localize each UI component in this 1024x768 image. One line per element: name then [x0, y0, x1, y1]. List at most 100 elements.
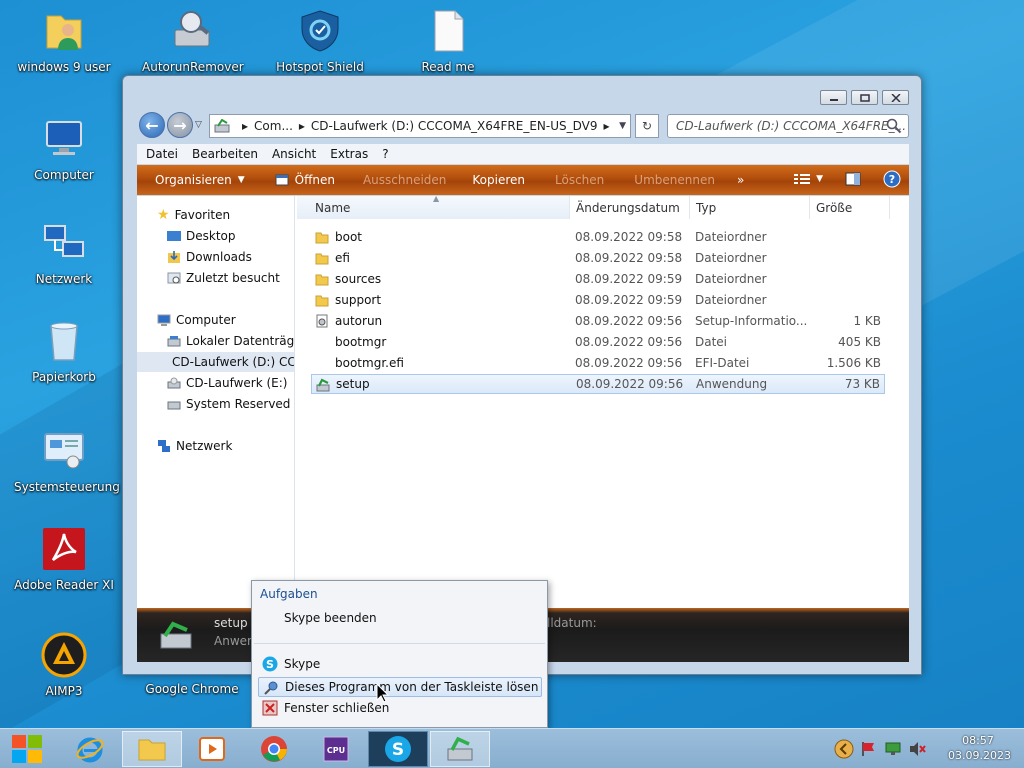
- cut-button[interactable]: Ausschneiden: [363, 173, 446, 187]
- taskbar: CPU S 08:57 03.09.2023: [0, 728, 1024, 768]
- maximize-button[interactable]: [851, 90, 878, 105]
- menu-datei[interactable]: Datei: [146, 147, 178, 161]
- minimize-icon: [829, 98, 838, 101]
- desktop-icon-computer[interactable]: Computer: [14, 116, 114, 182]
- file-row-selected[interactable]: setup 08.09.2022 09:56 Anwendung 73 KB: [311, 374, 885, 394]
- speaker-muted-icon[interactable]: [908, 740, 926, 758]
- nav-label: Zuletzt besucht: [186, 271, 280, 285]
- menu-extras[interactable]: Extras: [330, 147, 368, 161]
- menu-ansicht[interactable]: Ansicht: [272, 147, 316, 161]
- close-button[interactable]: [882, 90, 909, 105]
- file-row[interactable]: support 08.09.2022 09:59 Dateiordner: [311, 290, 885, 310]
- file-type: Datei: [695, 335, 728, 349]
- desktop-icon-read-me[interactable]: Read me: [398, 8, 498, 74]
- refresh-button[interactable]: ↻: [635, 114, 659, 138]
- column-header-date[interactable]: Änderungsdatum: [570, 196, 690, 219]
- desktop-icon-hotspot-shield[interactable]: Hotspot Shield: [270, 8, 370, 74]
- nav-system-reserved[interactable]: System Reserved (F:): [167, 394, 294, 414]
- taskbar-cpuz[interactable]: CPU: [306, 731, 366, 767]
- breadcrumb-computer[interactable]: Com...: [254, 119, 293, 133]
- desktop-icon-user[interactable]: windows 9 user: [14, 8, 114, 74]
- file-row[interactable]: bootmgr 08.09.2022 09:56 Datei 405 KB: [311, 332, 885, 352]
- history-dropdown-button[interactable]: ▽: [195, 120, 202, 130]
- show-hidden-icons-icon[interactable]: [834, 739, 854, 759]
- sort-ascending-icon: ▲: [433, 194, 440, 203]
- desktop-icon-google-chrome[interactable]: Google Chrome: [142, 682, 242, 696]
- nav-recent[interactable]: Zuletzt besucht: [167, 268, 280, 288]
- nav-local-disk[interactable]: Lokaler Datenträger: [167, 331, 294, 351]
- desktop-icon-papierkorb[interactable]: Papierkorb: [14, 318, 114, 384]
- menu-bearbeiten[interactable]: Bearbeiten: [192, 147, 258, 161]
- network-status-icon[interactable]: [884, 740, 902, 758]
- search-placeholder: CD-Laufwerk (D:) CCCOMA_X64FRE_...: [676, 119, 907, 133]
- control-panel-icon: [44, 433, 84, 469]
- view-options-button[interactable]: ▼: [794, 173, 835, 185]
- file-row[interactable]: autorun 08.09.2022 09:56 Setup-Informati…: [311, 311, 885, 331]
- desktop-icon-adobe-reader[interactable]: Adobe Reader XI: [14, 526, 114, 592]
- desktop-icon-aimp3[interactable]: AIMP3: [14, 632, 114, 698]
- desktop-icon-label: AutorunRemover: [142, 60, 244, 74]
- taskbar-skype[interactable]: S: [368, 731, 428, 767]
- svg-text:S: S: [266, 658, 274, 671]
- rename-button[interactable]: Umbenennen: [634, 173, 715, 187]
- details-file-name: setup: [214, 616, 248, 630]
- setup-app-icon: [447, 736, 473, 761]
- more-commands-button[interactable]: »: [737, 173, 744, 187]
- aimp-icon: [41, 632, 87, 678]
- taskbar-chrome[interactable]: [244, 731, 304, 767]
- open-button[interactable]: Öffnen: [275, 173, 335, 187]
- desktop-icon-autorunremover[interactable]: AutorunRemover: [142, 8, 244, 74]
- file-row[interactable]: sources 08.09.2022 09:59 Dateiordner: [311, 269, 885, 289]
- cpuz-icon: CPU: [323, 736, 349, 762]
- folder-icon: [315, 232, 329, 244]
- address-dropdown-icon[interactable]: ▼: [619, 121, 626, 131]
- nav-computer[interactable]: Computer: [157, 310, 236, 330]
- organize-button[interactable]: Organisieren ▼: [155, 173, 245, 187]
- copy-button[interactable]: Kopieren: [472, 173, 525, 187]
- media-player-icon: [199, 737, 225, 761]
- file-name: autorun: [335, 314, 383, 328]
- nav-downloads[interactable]: Downloads: [167, 247, 252, 267]
- quit-skype-item[interactable]: Skype beenden: [258, 608, 542, 628]
- start-button[interactable]: [0, 731, 54, 767]
- preview-pane-icon[interactable]: [845, 172, 861, 186]
- taskbar-explorer[interactable]: [122, 731, 182, 767]
- desktop-icon-netzwerk[interactable]: Netzwerk: [14, 220, 114, 286]
- column-header-name[interactable]: Name ▲: [297, 194, 570, 219]
- taskbar-setup[interactable]: [430, 731, 490, 767]
- taskbar-media-player[interactable]: [182, 731, 242, 767]
- nav-favorites[interactable]: ★ Favoriten: [157, 205, 230, 225]
- close-window-item[interactable]: Fenster schließen: [258, 698, 542, 718]
- skype-app-item[interactable]: S Skype: [258, 654, 542, 674]
- file-row[interactable]: boot 08.09.2022 09:58 Dateiordner: [311, 227, 885, 247]
- action-center-flag-icon[interactable]: [860, 740, 878, 758]
- file-row[interactable]: bootmgr.efi 08.09.2022 09:56 EFI-Datei 1…: [311, 353, 885, 373]
- forward-button[interactable]: →: [167, 112, 193, 138]
- desktop-icon-systemsteuerung[interactable]: Systemsteuerung: [14, 428, 120, 494]
- desktop-icon-label: Read me: [421, 60, 475, 74]
- nav-network[interactable]: Netzwerk: [157, 436, 232, 456]
- unpin-from-taskbar-item[interactable]: Dieses Programm von der Taskleiste lösen: [258, 677, 542, 697]
- nav-cd-drive-d[interactable]: CD-Laufwerk (D:) CC: [137, 352, 294, 372]
- nav-desktop[interactable]: Desktop: [167, 226, 236, 246]
- taskbar-internet-explorer[interactable]: [60, 731, 120, 767]
- delete-button[interactable]: Löschen: [555, 173, 604, 187]
- menu-help[interactable]: ?: [382, 147, 388, 161]
- organize-label: Organisieren: [155, 173, 232, 187]
- folder-icon: [138, 739, 166, 761]
- breadcrumb-drive[interactable]: CD-Laufwerk (D:) CCCOMA_X64FRE_EN-US_DV9: [311, 119, 598, 133]
- address-bar[interactable]: ▸ Com... ▸ CD-Laufwerk (D:) CCCOMA_X64FR…: [209, 114, 631, 138]
- shield-icon: [301, 10, 339, 52]
- back-button[interactable]: ←: [139, 112, 165, 138]
- search-input[interactable]: CD-Laufwerk (D:) CCCOMA_X64FRE_...: [667, 114, 909, 138]
- minimize-button[interactable]: [820, 90, 847, 105]
- column-header-type[interactable]: Typ: [690, 196, 810, 219]
- file-date: 08.09.2022 09:58: [575, 230, 683, 244]
- desktop-icon: [167, 231, 181, 241]
- help-icon[interactable]: ?: [883, 170, 901, 188]
- nav-cd-drive-e[interactable]: CD-Laufwerk (E:): [167, 373, 288, 393]
- column-header-size[interactable]: Größe: [810, 196, 890, 219]
- taskbar-clock[interactable]: 08:57 03.09.2023: [948, 733, 1011, 763]
- maximize-icon: [859, 93, 870, 102]
- file-row[interactable]: efi 08.09.2022 09:58 Dateiordner: [311, 248, 885, 268]
